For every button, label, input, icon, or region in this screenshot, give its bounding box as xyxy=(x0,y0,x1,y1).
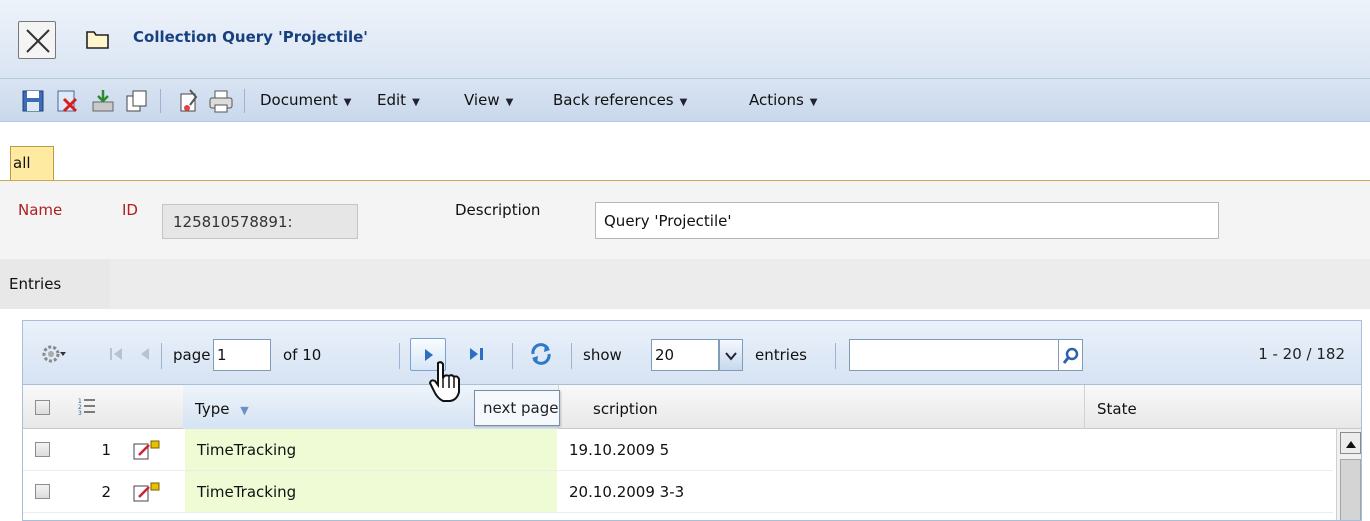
refresh-icon[interactable] xyxy=(528,341,554,367)
copy-icon[interactable] xyxy=(124,88,150,114)
sort-down-icon: ▼ xyxy=(240,404,249,417)
page-input[interactable]: 1 xyxy=(213,339,271,371)
entries-grid: page 1 of 10 show 20 entries 1 - 20 / 18… xyxy=(22,320,1362,521)
toolbar: Document ▼ Edit ▼ View ▼ Back references ▼ A… xyxy=(0,78,1370,122)
row-checkbox[interactable] xyxy=(35,484,50,499)
type-cell: TimeTracking xyxy=(185,471,557,512)
description-cell: 20.10.2009 3-3 xyxy=(569,483,685,501)
edit-lock-icon[interactable] xyxy=(133,481,161,503)
chevron-down-icon: ▼ xyxy=(505,97,514,108)
close-icon xyxy=(26,29,50,53)
export-icon[interactable] xyxy=(90,88,116,114)
entries-section: Entries xyxy=(0,259,1370,315)
title-bar: Collection Query 'Projectile' xyxy=(0,0,1370,78)
next-page-tooltip: next page xyxy=(474,390,560,426)
result-count: 1 - 20 / 182 xyxy=(1258,345,1345,363)
menu-back-references[interactable]: Back references ▼ xyxy=(553,91,687,109)
save-icon[interactable] xyxy=(20,88,46,114)
id-field: 125810578891: xyxy=(162,204,358,239)
page-count: of 10 xyxy=(283,346,322,364)
row-number: 2 xyxy=(101,483,111,501)
clip-icon[interactable] xyxy=(176,88,202,114)
menu-document[interactable]: Document ▼ xyxy=(260,91,351,109)
scroll-up-button[interactable] xyxy=(1340,432,1361,454)
hand-cursor-icon xyxy=(428,361,460,402)
description-field[interactable]: Query 'Projectile' xyxy=(595,202,1219,239)
entries-label: entries xyxy=(755,346,807,364)
edit-lock-icon[interactable] xyxy=(133,439,161,461)
numbered-list-icon[interactable]: 1 2 3 xyxy=(77,396,97,418)
previous-page-icon[interactable] xyxy=(139,346,151,362)
svg-text:3: 3 xyxy=(78,410,82,417)
column-header-description[interactable]: scription xyxy=(569,385,1085,429)
search-input[interactable] xyxy=(849,339,1059,371)
tab-strip: all xyxy=(0,122,1370,180)
page-size-select[interactable]: 20 xyxy=(651,339,719,371)
last-page-icon[interactable] xyxy=(469,346,485,362)
table-row[interactable]: 2 TimeTracking 20.10.2009 3-3 xyxy=(23,471,1333,513)
gear-icon[interactable] xyxy=(41,343,67,365)
menu-actions[interactable]: Actions ▼ xyxy=(749,91,818,109)
window-title: Collection Query 'Projectile' xyxy=(133,28,368,46)
table-row[interactable]: 1 TimeTracking 19.10.2009 5 xyxy=(23,429,1333,471)
type-cell: TimeTracking xyxy=(185,429,557,470)
chevron-down-icon: ▼ xyxy=(343,97,352,108)
chevron-down-icon: ▼ xyxy=(412,97,420,108)
menu-edit[interactable]: Edit ▼ xyxy=(377,91,420,109)
menu-view[interactable]: View ▼ xyxy=(464,91,513,109)
description-cell: 19.10.2009 5 xyxy=(569,441,670,459)
tab-all[interactable]: all xyxy=(10,146,54,180)
page-label: page xyxy=(173,346,211,364)
pager-toolbar: page 1 of 10 show 20 entries 1 - 20 / 18… xyxy=(23,321,1361,385)
column-header-state[interactable]: State xyxy=(1085,385,1361,429)
print-icon[interactable] xyxy=(208,88,234,114)
id-label: ID xyxy=(122,201,138,219)
row-checkbox[interactable] xyxy=(35,442,50,457)
search-button[interactable] xyxy=(1059,339,1083,371)
chevron-down-icon xyxy=(725,352,737,361)
select-all-checkbox[interactable] xyxy=(35,400,50,415)
chevron-down-icon: ▼ xyxy=(679,97,688,108)
page-size-dropdown-button[interactable] xyxy=(719,339,743,371)
vertical-scrollbar[interactable] xyxy=(1336,429,1361,520)
form-row: Name ID 125810578891: Description Query … xyxy=(0,181,1370,259)
chevron-down-icon: ▼ xyxy=(809,97,818,108)
folder-icon xyxy=(86,31,109,49)
close-button[interactable] xyxy=(18,21,56,59)
first-page-icon[interactable] xyxy=(109,346,123,362)
show-label: show xyxy=(583,346,622,364)
table-header: 1 2 3 Type ▼ scription State xyxy=(23,385,1361,429)
delete-icon[interactable] xyxy=(54,88,80,114)
entries-label: Entries xyxy=(0,259,110,309)
name-label: Name xyxy=(18,201,63,219)
chevron-up-icon xyxy=(1346,441,1356,448)
description-label: Description xyxy=(455,201,541,219)
search-icon xyxy=(1062,347,1079,364)
row-number: 1 xyxy=(101,441,111,459)
scroll-thumb[interactable] xyxy=(1340,459,1361,520)
